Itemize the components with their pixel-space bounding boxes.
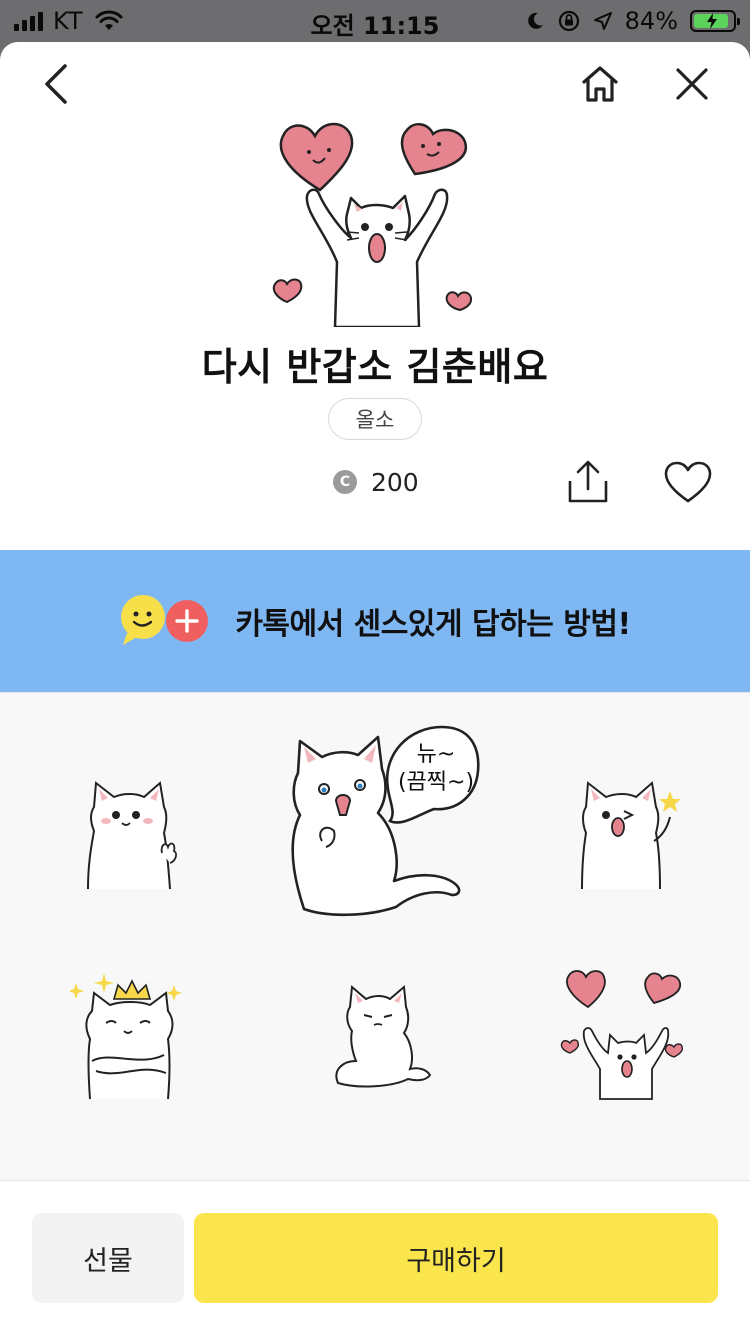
heart-outline-icon	[664, 461, 712, 503]
speech-line-1: 뉴~	[417, 742, 456, 767]
close-icon	[676, 68, 708, 100]
emoticon-detail-sheet: 다시 반갑소 김춘배요 올소 C 200 카톡에서 센스있게 답하는 방법! 뉴…	[0, 42, 750, 1334]
like-button[interactable]	[660, 454, 716, 510]
author-chip[interactable]: 올소	[328, 398, 422, 440]
sticker-waving-cat[interactable]	[80, 771, 180, 891]
home-button[interactable]	[570, 54, 630, 114]
promo-banner[interactable]: 카톡에서 센스있게 답하는 방법!	[0, 550, 750, 692]
banner-text: 카톡에서 센스있게 답하는 방법!	[235, 607, 631, 642]
home-icon	[582, 66, 618, 102]
gift-button[interactable]: 선물	[32, 1213, 184, 1303]
buy-button[interactable]: 구매하기	[194, 1213, 718, 1303]
battery-icon	[690, 10, 740, 32]
heart-right-decoration	[400, 122, 468, 176]
moon-icon	[527, 12, 543, 29]
sticker-cat-speech[interactable]: 뉴~ (끔찍~)	[286, 723, 486, 919]
price: C 200	[333, 462, 419, 502]
sticker-preview-grid: 뉴~ (끔찍~)	[0, 692, 750, 1180]
chevron-left-icon	[45, 64, 67, 104]
coin-icon: C	[333, 470, 357, 494]
share-button[interactable]	[560, 454, 616, 510]
sticker-sitting-cat[interactable]	[322, 977, 434, 1089]
heart-left-decoration	[279, 122, 354, 192]
location-arrow-icon	[593, 12, 612, 30]
smiley-emoticon-icon	[121, 595, 166, 645]
emoticon-title: 다시 반갑소 김춘배요	[201, 345, 549, 389]
emoticon-thumbnail	[272, 122, 473, 327]
add-circle-icon	[166, 600, 209, 642]
sticker-hearts-cat[interactable]	[558, 965, 688, 1101]
share-icon	[568, 460, 608, 503]
purchase-bar: 선물 구매하기	[0, 1180, 750, 1334]
close-button[interactable]	[662, 54, 722, 114]
back-button[interactable]	[26, 54, 86, 114]
sticker-winking-cat-star[interactable]	[574, 771, 684, 891]
price-value: 200	[371, 467, 419, 497]
speech-line-2: (끔찍~)	[398, 770, 474, 795]
sticker-crown-cat[interactable]	[70, 971, 186, 1101]
status-bar: KT 오전 11:15 84%	[0, 0, 750, 42]
battery-percent: 84%	[624, 7, 678, 35]
orientation-lock-icon	[558, 10, 579, 32]
